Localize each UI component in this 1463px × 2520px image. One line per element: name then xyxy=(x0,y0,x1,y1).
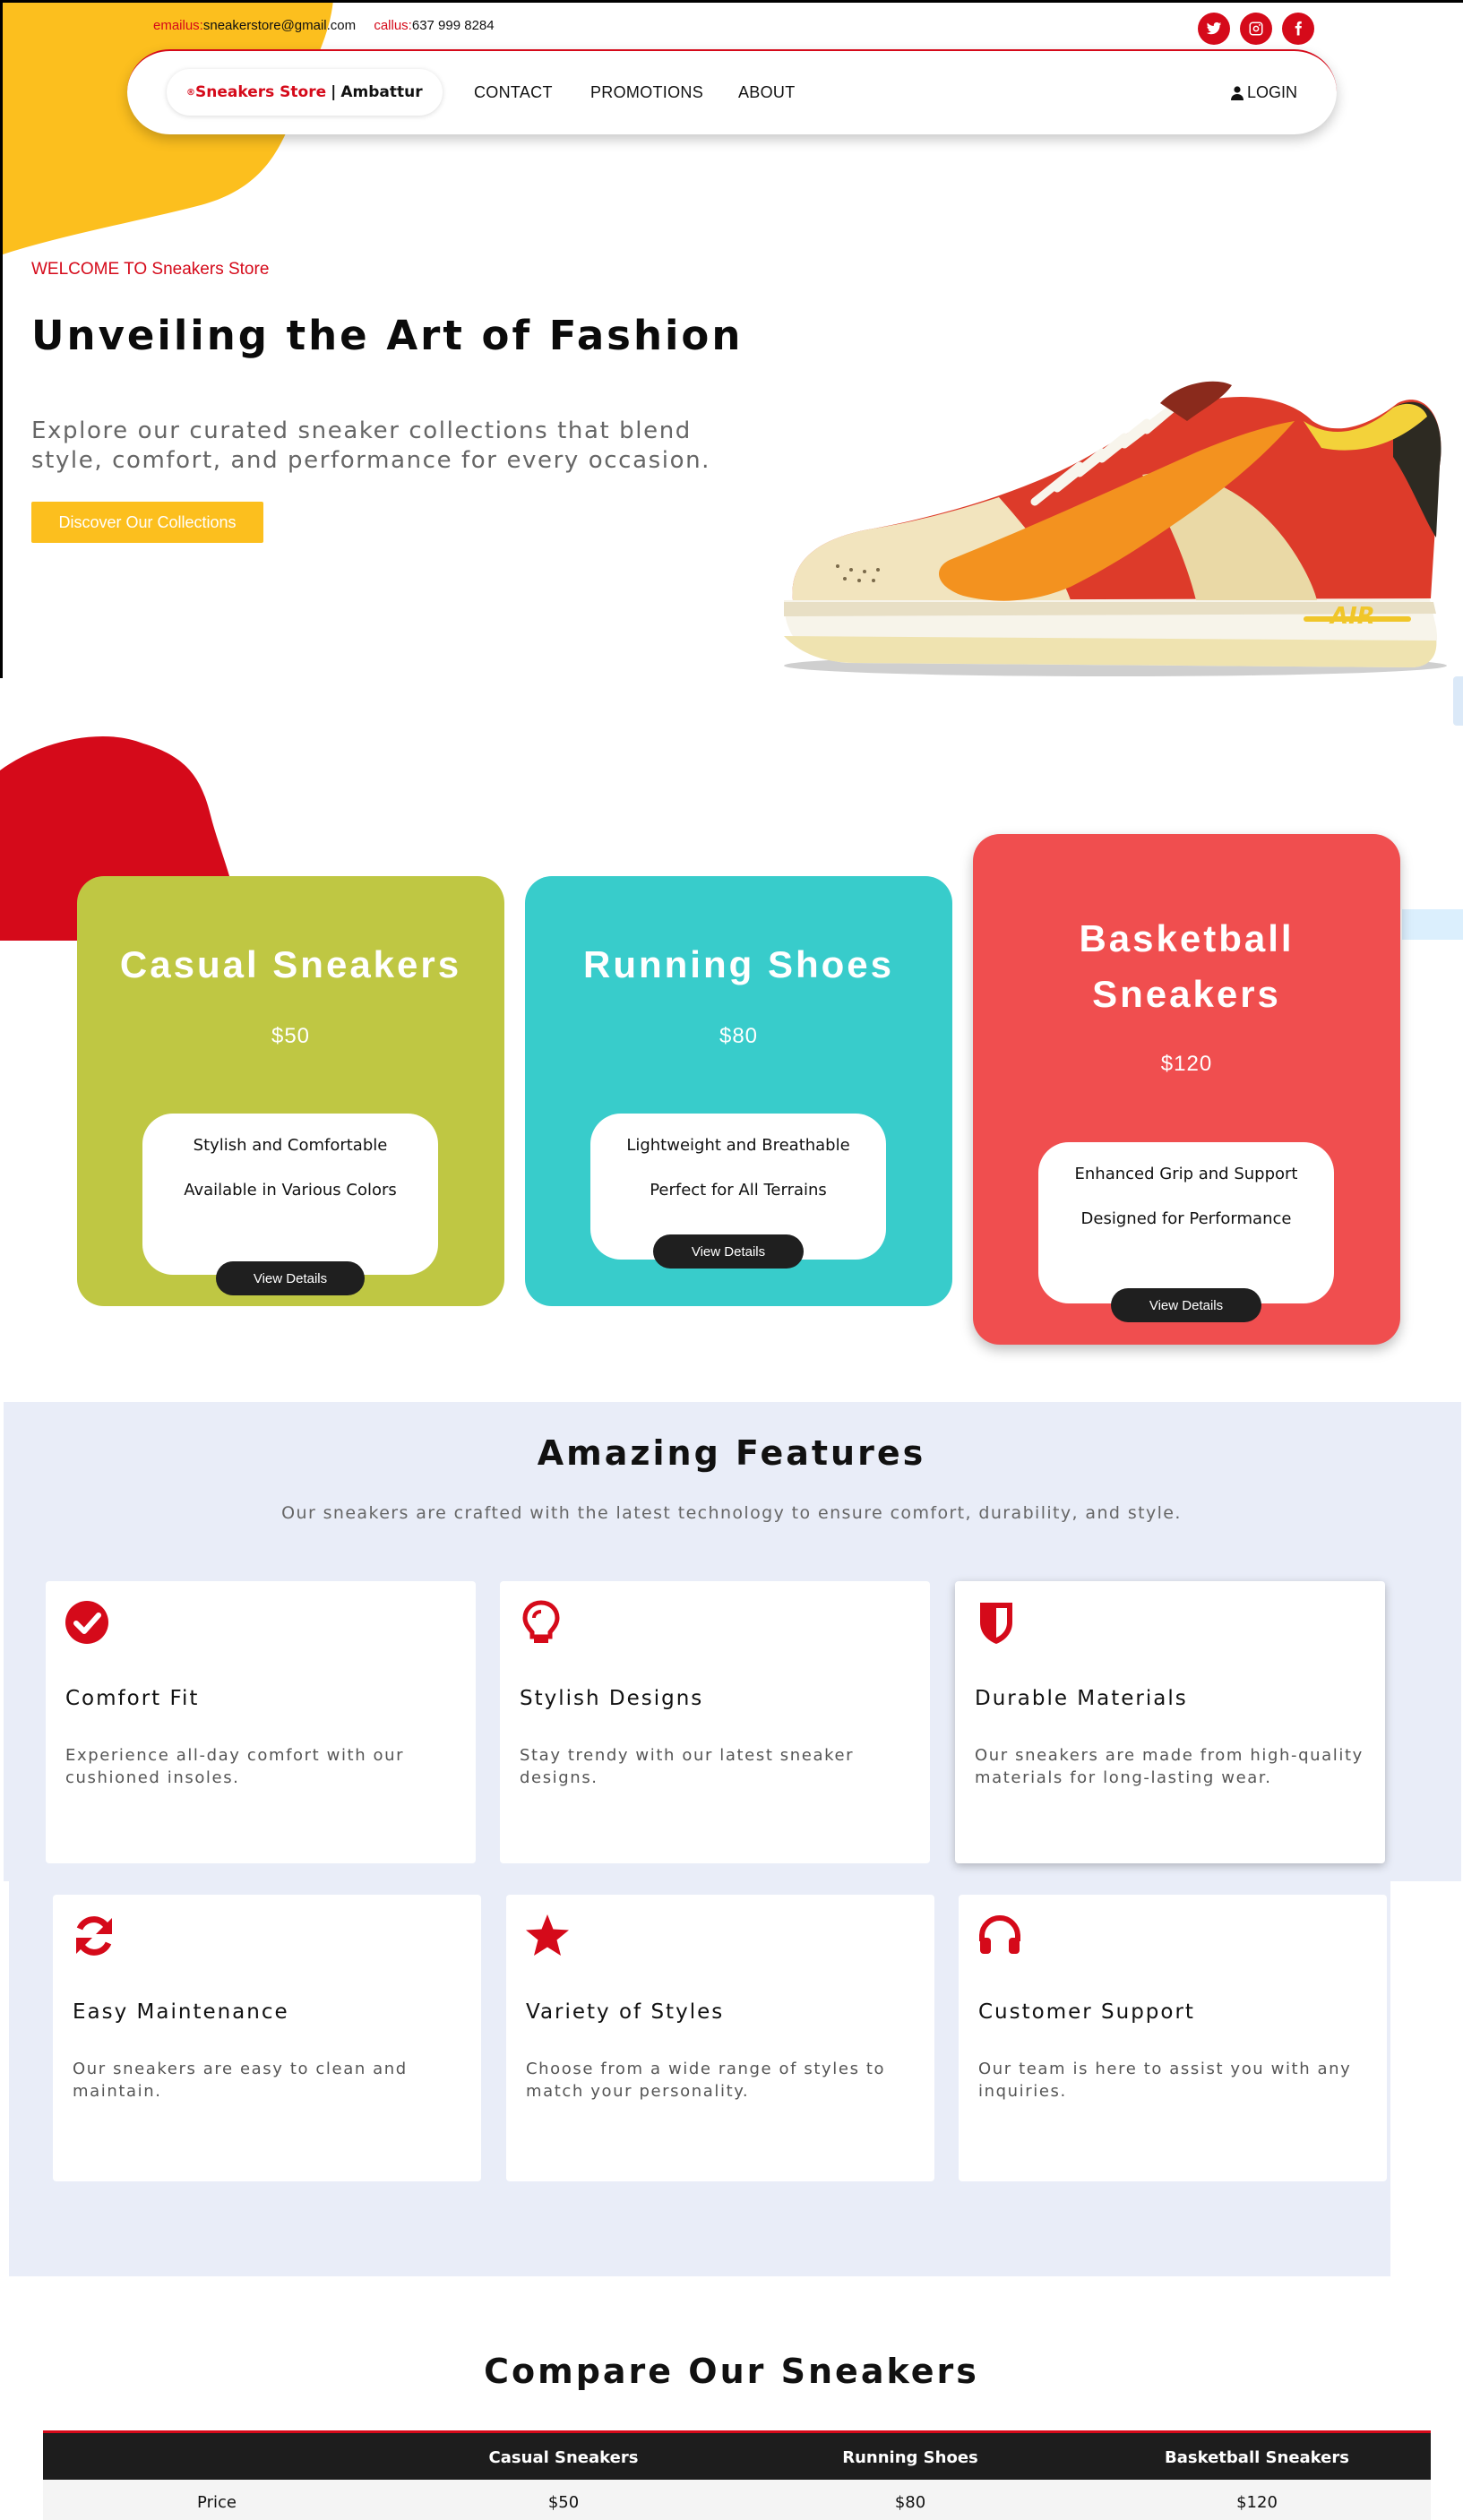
svg-text:AIR: AIR xyxy=(1329,603,1375,630)
decorative-tab xyxy=(1453,676,1463,726)
hero-sneaker-image: AIR xyxy=(784,381,1447,676)
nav-link-contact[interactable]: CONTACT xyxy=(474,83,553,102)
product-title: Casual Sneakers xyxy=(119,943,462,985)
feature-title: Durable Materials xyxy=(975,1687,1188,1710)
feature-description: Choose from a wide range of styles to ma… xyxy=(526,2060,886,2101)
hero-title: Unveiling the Art of Fashion xyxy=(31,312,744,359)
feature-title: Stylish Designs xyxy=(520,1687,704,1710)
shield-icon xyxy=(980,1603,1012,1644)
nav-link-about[interactable]: ABOUT xyxy=(738,83,796,102)
refresh-icon xyxy=(76,1916,112,1956)
product-feature: Enhanced Grip and Support xyxy=(1074,1165,1298,1183)
twitter-icon[interactable] xyxy=(1198,13,1230,45)
email-label: emailus: xyxy=(153,18,203,33)
discover-collections-button[interactable]: Discover Our Collections xyxy=(31,502,263,543)
instagram-icon[interactable] xyxy=(1240,13,1272,45)
facebook-icon[interactable] xyxy=(1282,13,1314,45)
product-price: $50 xyxy=(271,1024,311,1048)
welcome-text: WELCOME TO Sneakers Store xyxy=(31,260,270,279)
brand-logo[interactable]: ® Sneakers Store | Ambattur xyxy=(167,69,443,116)
table-cell: $80 xyxy=(894,2493,926,2512)
product-features-box: Enhanced Grip and Support Designed for P… xyxy=(1038,1142,1334,1303)
feature-description: Our sneakers are made from high-quality … xyxy=(975,1746,1364,1787)
feature-card-durable: Durable Materials Our sneakers are made … xyxy=(955,1581,1385,1863)
feature-card-maintenance: Easy Maintenance Our sneakers are easy t… xyxy=(53,1895,481,2181)
feature-title: Easy Maintenance xyxy=(73,2000,289,2024)
table-header-cell: Running Shoes xyxy=(842,2448,978,2467)
feature-card-stylish: Stylish Designs Stay trendy with our lat… xyxy=(500,1581,930,1863)
feature-description: Our team is here to assist you with any … xyxy=(978,2060,1352,2101)
product-feature: Perfect for All Terrains xyxy=(650,1181,827,1200)
check-circle-icon xyxy=(65,1601,108,1644)
features-title: Amazing Features xyxy=(537,1433,926,1473)
top-border xyxy=(0,0,1463,3)
product-feature: Designed for Performance xyxy=(1080,1209,1292,1228)
table-header-cell: Casual Sneakers xyxy=(488,2448,639,2467)
user-icon xyxy=(1230,85,1244,100)
contact-info: emailus:sneakerstore@gmail.com callus:63… xyxy=(153,18,509,33)
headset-icon xyxy=(979,1915,1020,1954)
table-cell: $120 xyxy=(1236,2493,1278,2512)
lightbulb-icon xyxy=(522,1600,560,1643)
feature-title: Comfort Fit xyxy=(65,1687,200,1710)
product-card-basketball: Basketball Sneakers $120 Enhanced Grip a… xyxy=(973,834,1400,1345)
feature-title: Customer Support xyxy=(978,2000,1195,2024)
feature-card-variety: Variety of Styles Choose from a wide ran… xyxy=(506,1895,934,2181)
table-cell: $50 xyxy=(547,2493,580,2512)
email-link[interactable]: sneakerstore@gmail.com xyxy=(203,18,356,33)
view-details-button[interactable]: View Details xyxy=(1111,1288,1261,1322)
brand-location: Ambattur xyxy=(340,83,423,101)
table-header-cell: Basketball Sneakers xyxy=(1165,2448,1349,2467)
feature-description: Our sneakers are easy to clean and maint… xyxy=(73,2060,408,2101)
feature-card-comfort: Comfort Fit Experience all-day comfort w… xyxy=(46,1581,476,1863)
product-feature: Available in Various Colors xyxy=(184,1181,397,1200)
compare-title: Compare Our Sneakers xyxy=(484,2352,979,2391)
hero-description: Explore our curated sneaker collections … xyxy=(31,417,711,474)
product-features-box: Stylish and Comfortable Available in Var… xyxy=(142,1114,438,1275)
feature-description: Experience all-day comfort with our cush… xyxy=(65,1746,405,1787)
product-feature: Lightweight and Breathable xyxy=(626,1136,850,1155)
table-row: Price $50 $80 $120 xyxy=(43,2480,1431,2520)
feature-card-support: Customer Support Our team is here to ass… xyxy=(959,1895,1387,2181)
product-title: Running Shoes xyxy=(583,943,894,985)
feature-title: Variety of Styles xyxy=(526,2000,725,2024)
star-icon xyxy=(526,1914,569,1956)
view-details-button[interactable]: View Details xyxy=(653,1234,804,1269)
brand-mark: ® xyxy=(186,87,195,98)
features-subtitle: Our sneakers are crafted with the latest… xyxy=(281,1503,1182,1523)
table-header-row: Casual Sneakers Running Shoes Basketball… xyxy=(43,2433,1431,2480)
feature-description: Stay trendy with our latest sneaker desi… xyxy=(520,1746,855,1787)
product-price: $120 xyxy=(1160,1052,1213,1076)
login-button[interactable]: LOGIN xyxy=(1230,83,1297,102)
left-border xyxy=(0,0,3,678)
product-title: Basketball Sneakers xyxy=(1079,917,1295,1015)
brand-divider: | xyxy=(331,83,337,101)
login-label: LOGIN xyxy=(1246,83,1297,101)
decorative-tab xyxy=(1402,909,1463,940)
phone-link[interactable]: 637 999 8284 xyxy=(412,18,495,33)
nav-link-promotions[interactable]: PROMOTIONS xyxy=(590,83,703,102)
product-feature: Stylish and Comfortable xyxy=(193,1136,388,1155)
product-price: $80 xyxy=(719,1024,759,1048)
table-cell: Price xyxy=(197,2493,237,2512)
view-details-button[interactable]: View Details xyxy=(216,1261,365,1295)
brand-name: Sneakers Store xyxy=(195,83,327,101)
main-navbar: ® Sneakers Store | Ambattur CONTACT PROM… xyxy=(127,49,1337,134)
product-card-casual: Casual Sneakers $50 Stylish and Comforta… xyxy=(77,876,504,1306)
phone-label: callus: xyxy=(374,18,412,33)
product-card-running: Running Shoes $80 Lightweight and Breath… xyxy=(525,876,952,1306)
